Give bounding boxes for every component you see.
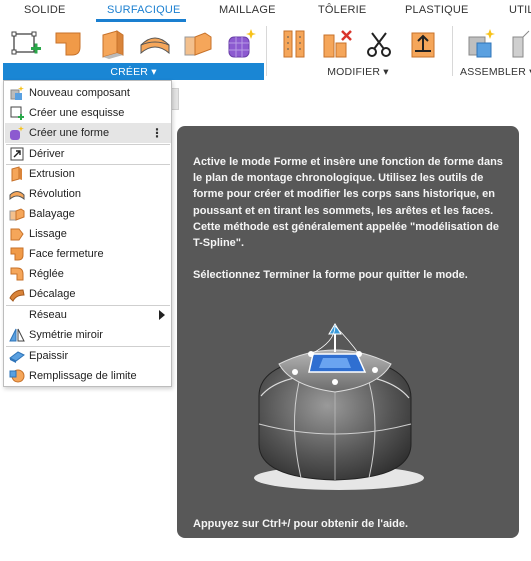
patch-button[interactable]: [50, 24, 88, 64]
joint-icon: [512, 30, 530, 58]
browser-panel-edge: [171, 88, 179, 110]
revolve-icon: [140, 37, 170, 55]
press-pull-button[interactable]: [276, 24, 314, 64]
extend-button[interactable]: [404, 24, 442, 64]
new-component-icon: [9, 85, 25, 101]
extrude-button[interactable]: [93, 24, 131, 64]
menu-item-new-component[interactable]: Nouveau composant: [5, 83, 171, 103]
tspline-form-illustration: [254, 323, 424, 490]
menu-item-ruled[interactable]: Réglée: [5, 264, 171, 284]
tooltip-paragraph-1: Active le mode Forme et insère une fonct…: [193, 156, 503, 250]
menu-item-offset[interactable]: Décalage: [5, 284, 171, 304]
submenu-arrow-icon: [159, 310, 165, 320]
extrude-icon: [102, 30, 124, 59]
menu-item-loft[interactable]: Lissage: [5, 224, 171, 244]
menu-item-label: Réseau: [29, 309, 67, 321]
menu-item-sweep[interactable]: Balayage: [5, 204, 171, 224]
assemble-group-label[interactable]: ASSEMBLER ▾: [460, 63, 531, 80]
tooltip-paragraph-2: Sélectionnez Terminer la forme pour quit…: [193, 269, 468, 282]
tab-solide[interactable]: SOLIDE: [24, 4, 66, 16]
workspace-tabs: SOLIDE SURFACIQUE MAILLAGE TÔLERIE PLAST…: [0, 0, 531, 22]
menu-item-label: Réglée: [29, 268, 64, 280]
menu-item-thicken[interactable]: Epaissir: [5, 346, 171, 366]
new-component-icon: [468, 29, 495, 58]
menu-item-revolve[interactable]: Révolution: [5, 184, 171, 204]
ruled-icon: [9, 266, 25, 282]
revolve-button[interactable]: [136, 24, 174, 64]
menu-item-label: Extrusion: [29, 168, 75, 180]
trim-button[interactable]: [360, 24, 398, 64]
split-icon: [283, 30, 305, 58]
sketch-icon: [11, 31, 41, 55]
revolve-icon: [9, 186, 25, 202]
sweep-icon: [9, 206, 25, 222]
menu-item-boundary-fill[interactable]: Remplissage de limite: [5, 366, 171, 386]
ribbon-divider: [452, 26, 453, 76]
menu-item-mirror[interactable]: Symétrie miroir: [5, 325, 171, 345]
ribbon: CRÉER ▾ MODIFIER ▾ ASSEMBLER ▾: [0, 22, 531, 80]
tooltip-description: Active le mode Forme et insère une fonct…: [193, 154, 509, 299]
tab-utilitaires[interactable]: UTILI: [509, 4, 531, 16]
menu-item-pattern[interactable]: Réseau: [5, 305, 171, 325]
tab-maillage[interactable]: MAILLAGE: [219, 4, 276, 16]
scissors-icon: [367, 32, 391, 57]
menu-item-label: Remplissage de limite: [29, 370, 137, 382]
mirror-icon: [9, 327, 25, 343]
menu-item-label: Epaissir: [29, 350, 69, 362]
menu-item-label: Créer une forme: [29, 127, 110, 139]
patch-icon: [9, 246, 25, 262]
tab-tolerie[interactable]: TÔLERIE: [318, 4, 366, 16]
menu-item-create-form[interactable]: Créer une forme ⋮: [5, 123, 171, 143]
create-dropdown-menu: Nouveau composant Créer une esquisse Cré…: [3, 80, 172, 387]
menu-item-patch[interactable]: Face fermeture: [5, 244, 171, 264]
menu-item-label: Balayage: [29, 208, 75, 220]
menu-item-label: Décalage: [29, 288, 76, 300]
create-form-button[interactable]: [222, 24, 260, 64]
sketch-icon: [9, 105, 25, 121]
patch-icon: [55, 32, 81, 56]
menu-item-label: Dériver: [29, 148, 65, 160]
ribbon-divider: [266, 26, 267, 76]
menu-item-label: Révolution: [29, 188, 81, 200]
command-tooltip: Active le mode Forme et insère une fonct…: [177, 126, 519, 538]
extrude-icon: [9, 166, 25, 182]
menu-item-create-sketch[interactable]: Créer une esquisse: [5, 103, 171, 123]
offset-icon: [9, 286, 25, 302]
derive-icon: [9, 146, 25, 162]
tooltip-help-hint: Appuyez sur Ctrl+/ pour obtenir de l'aid…: [193, 518, 409, 530]
create-group-label[interactable]: CRÉER ▾: [3, 63, 264, 80]
delete-icon: [323, 30, 352, 58]
extend-icon: [411, 32, 435, 58]
menu-item-label: Face fermeture: [29, 248, 104, 260]
thicken-icon: [9, 348, 25, 364]
menu-item-label: Nouveau composant: [29, 87, 130, 99]
new-component-button[interactable]: [462, 24, 500, 64]
delete-face-button[interactable]: [318, 24, 356, 64]
sweep-button[interactable]: [179, 24, 217, 64]
menu-item-label: Symétrie miroir: [29, 329, 103, 341]
joint-button[interactable]: [505, 24, 531, 64]
form-icon: [228, 29, 256, 58]
create-sketch-button[interactable]: [7, 24, 45, 64]
sweep-icon: [184, 32, 212, 56]
menu-item-derive[interactable]: Dériver: [5, 144, 171, 164]
modify-group-label[interactable]: MODIFIER ▾: [268, 63, 448, 80]
more-options-icon[interactable]: ⋮: [151, 126, 163, 140]
boundary-fill-icon: [9, 368, 25, 384]
menu-item-extrude[interactable]: Extrusion: [5, 164, 171, 184]
tab-plastique[interactable]: PLASTIQUE: [405, 4, 469, 16]
menu-item-label: Lissage: [29, 228, 67, 240]
form-icon: [9, 125, 25, 141]
menu-item-label: Créer une esquisse: [29, 107, 125, 119]
tab-surfacique[interactable]: SURFACIQUE: [107, 4, 181, 16]
loft-icon: [9, 226, 25, 242]
